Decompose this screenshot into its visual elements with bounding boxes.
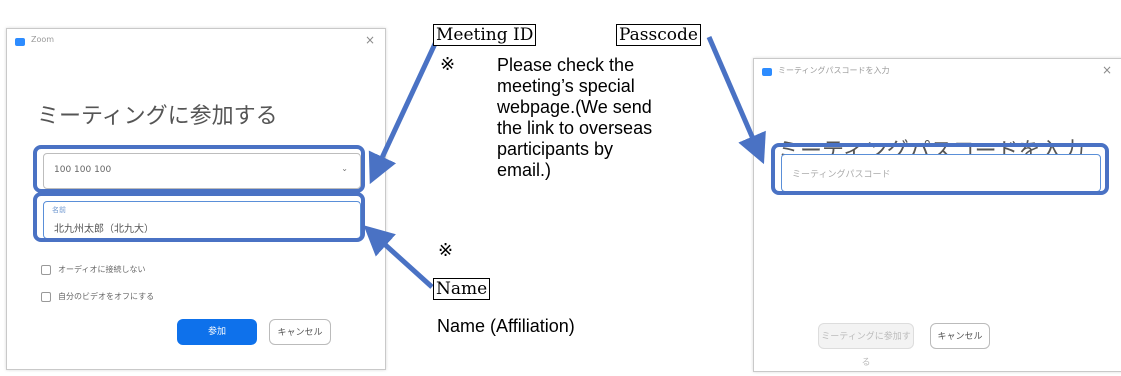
meeting-id-label: Meeting ID: [433, 24, 537, 46]
note-line: meeting’s special: [497, 76, 635, 96]
note-line: webpage.(We send: [497, 97, 652, 117]
note-mark: ※: [440, 54, 456, 75]
name-caption: Name (Affiliation): [437, 316, 575, 336]
note-mark: ※: [438, 240, 454, 261]
arrow-name: [363, 225, 434, 289]
note-line: Please check the: [497, 55, 635, 75]
note-text: Please check the meeting’s special webpa…: [497, 55, 652, 181]
arrow-meeting-id: [368, 31, 443, 185]
passcode-label: Passcode: [616, 24, 701, 46]
name-label: Name: [433, 278, 491, 300]
note-line: email.): [497, 160, 552, 180]
note-line: the link to overseas: [497, 118, 653, 138]
note-line: participants by: [497, 139, 614, 159]
arrow-passcode: [706, 36, 766, 165]
